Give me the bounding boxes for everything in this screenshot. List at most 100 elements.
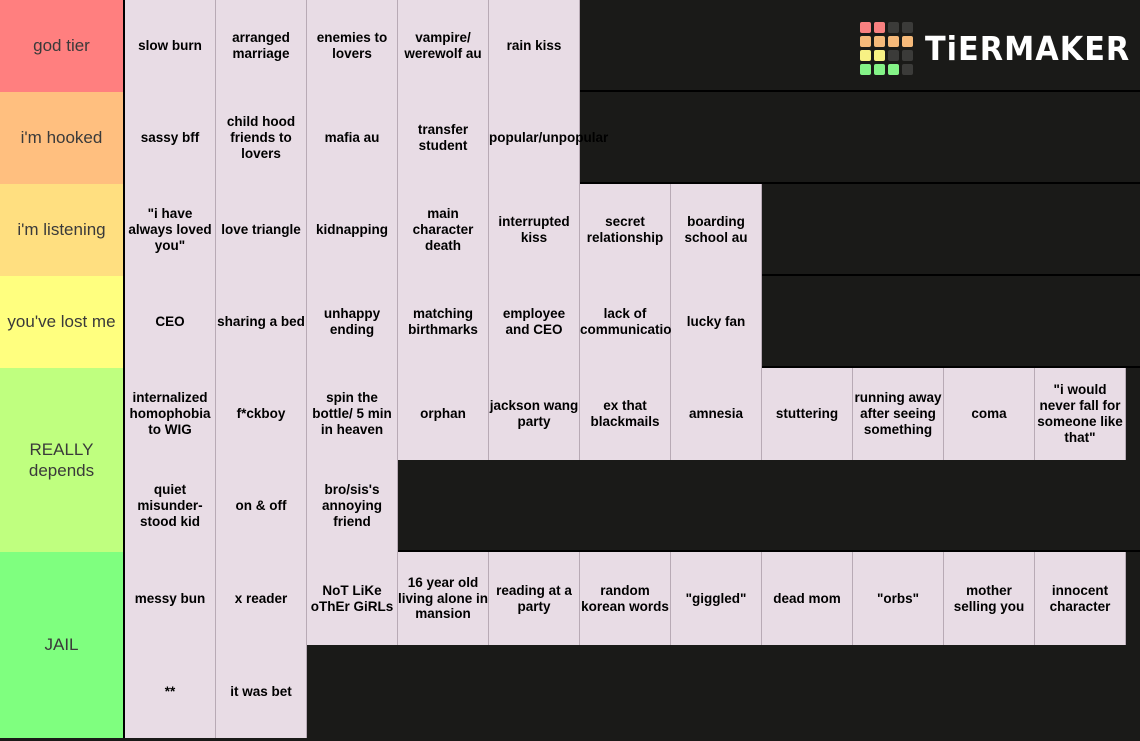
tier-item-label: messy bun [134,590,206,606]
tier-item-label: jackson wang party [489,398,579,429]
tier-item-label: interrupted kiss [498,214,570,245]
tier-item-tile[interactable]: on & off [216,460,307,552]
tier-item-tile[interactable]: main character death [398,184,489,276]
tier-item-tile[interactable]: love triangle [216,184,307,276]
tier-item-tile[interactable]: running away after seeing something [853,368,944,460]
tier-item-tile[interactable]: x reader [216,552,307,645]
tier-item-tile[interactable]: vampire/ werewolf au [398,0,489,92]
tier-item-tile[interactable]: "i have always loved you" [125,184,216,276]
tier-item-tile[interactable]: kidnapping [307,184,398,276]
tier-item-label: transfer student [417,122,469,153]
logo-grid-cell [887,64,899,75]
tier-item-label: boarding school au [684,214,748,245]
tier-item-tile[interactable]: ** [125,645,216,738]
tier-item-tile[interactable]: transfer student [398,92,489,184]
tier-item-label: orphan [420,406,466,422]
tier-item-label: x reader [234,590,288,606]
tier-item-tile[interactable]: stuttering [762,368,853,460]
tier-item-tile[interactable]: it was bet [216,645,307,738]
tier-label-i-m-hooked[interactable]: i'm hooked [0,92,125,184]
tiermaker-wordmark: TiERMAKER [924,29,1131,68]
tier-item-tile[interactable]: lucky fan [671,276,762,368]
tier-item-tile[interactable]: child hood friends to lovers [216,92,307,184]
tier-item-tile[interactable]: boarding school au [671,184,762,276]
tier-label-really-depends[interactable]: REALLY depends [0,368,125,552]
tier-label-jail[interactable]: JAIL [0,552,125,738]
tier-item-tile[interactable]: f*ckboy [216,368,307,460]
tier-row: you've lost me CEO sharing a bed unhappy en… [0,276,1140,368]
tier-item-tile[interactable]: slow burn [125,0,216,92]
logo-grid-cell [873,64,885,75]
tier-item-label: on & off [235,498,287,514]
tier-item-label: spin the bottle/ 5 min in heaven [312,390,392,437]
tier-item-label: 16 year old living alone in mansion [398,574,489,622]
tier-item-label: mother selling you [953,582,1025,614]
tier-item-label: main character death [412,206,474,253]
tier-list-board: god tier slow burn arranged marriage enemie… [0,0,1140,741]
tier-item-label: "i have always loved you" [128,206,212,253]
logo-grid-cell [901,36,913,47]
tier-item-tile[interactable]: reading at a party [489,552,580,645]
tier-item-tile[interactable]: secret relationship [580,184,671,276]
tier-label-you-ve-lost-me[interactable]: you've lost me [0,276,125,368]
tier-item-tile[interactable]: ex that blackmails [580,368,671,460]
tier-item-tile[interactable]: quiet misunder- stood kid [125,460,216,552]
tier-item-tile[interactable]: mafia au [307,92,398,184]
tier-item-tile[interactable]: coma [944,368,1035,460]
tier-item-label: dead mom [773,590,841,606]
tier-item-label: kidnapping [316,222,388,238]
tier-item-label: arranged marriage [232,30,290,61]
tier-item-label: NoT LiKe oThEr GiRLs [310,582,394,614]
tier-item-label: sassy bff [140,130,200,146]
logo-grid-cell [873,50,885,61]
tier-item-tile[interactable]: jackson wang party [489,368,580,460]
tier-item-tile[interactable]: "orbs" [853,552,944,645]
tier-label-i-m-listening[interactable]: i'm listening [0,184,125,276]
tier-item-tile[interactable]: "i would never fall for someone like tha… [1035,368,1126,460]
tier-tiles: "i have always loved you" love triangle ki… [125,184,1140,276]
tier-item-tile[interactable]: NoT LiKe oThEr GiRLs [307,552,398,645]
tier-item-tile[interactable]: employee and CEO [489,276,580,368]
tier-item-tile[interactable]: arranged marriage [216,0,307,92]
tier-item-label: ** [164,683,176,699]
tier-item-tile[interactable]: CEO [125,276,216,368]
tier-item-label: rain kiss [506,38,562,54]
tier-item-label: stuttering [775,406,839,422]
tier-item-tile[interactable]: unhappy ending [307,276,398,368]
tier-item-tile[interactable]: 16 year old living alone in mansion [398,552,489,645]
tier-item-tile[interactable]: sassy bff [125,92,216,184]
tier-item-tile[interactable]: messy bun [125,552,216,645]
tier-item-tile[interactable]: "giggled" [671,552,762,645]
tier-item-tile[interactable]: orphan [398,368,489,460]
tier-item-tile[interactable]: sharing a bed [216,276,307,368]
tier-item-tile[interactable]: random korean words [580,552,671,645]
tier-item-label: enemies to lovers [316,30,388,61]
tier-item-tile[interactable]: internalized homophobia to WIG [125,368,216,460]
tier-item-tile[interactable]: popular/unpopular [489,92,608,184]
tier-label-god-tier[interactable]: god tier [0,0,125,92]
tier-item-label: sharing a bed [217,314,305,330]
tier-item-tile[interactable]: dead mom [762,552,853,645]
tier-item-tile[interactable]: mother selling you [944,552,1035,645]
tier-row: i'm listening "i have always loved you" lo… [0,184,1140,276]
tier-item-label: quiet misunder- stood kid [137,482,203,529]
tier-item-label: matching birthmarks [408,306,478,337]
logo-grid-cell [859,50,871,61]
tier-item-tile[interactable]: lack of communication [580,276,680,368]
tier-row: REALLY depends internalized homophobia to… [0,368,1140,552]
tier-item-label: f*ckboy [236,406,286,422]
tier-tiles: CEO sharing a bed unhappy ending matching b… [125,276,1140,368]
tiermaker-logo: TiERMAKER [859,22,1131,75]
tier-item-tile[interactable]: bro/sis's annoying friend [307,460,398,552]
tier-item-label: random korean words [581,582,669,614]
tier-item-tile[interactable]: innocent character [1035,552,1126,645]
logo-grid-cell [873,36,885,47]
tier-item-tile[interactable]: rain kiss [489,0,580,92]
tier-item-tile[interactable]: spin the bottle/ 5 min in heaven [307,368,398,460]
tier-item-label: innocent character [1049,582,1111,614]
tier-item-tile[interactable]: enemies to lovers [307,0,398,92]
tier-item-label: secret relationship [586,214,664,245]
tier-item-tile[interactable]: interrupted kiss [489,184,580,276]
tier-item-tile[interactable]: amnesia [671,368,762,460]
tier-item-tile[interactable]: matching birthmarks [398,276,489,368]
